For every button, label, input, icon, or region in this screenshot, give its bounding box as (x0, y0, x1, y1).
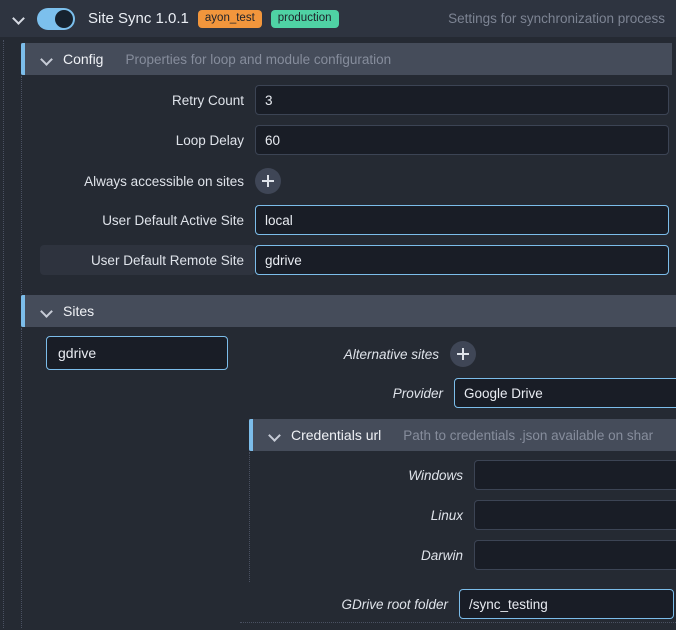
add-alternative-site-button[interactable] (450, 341, 476, 367)
chevron-down-icon[interactable] (12, 12, 25, 25)
field-row-loop-delay: Loop Delay 60 (40, 125, 670, 155)
guide-rail-sites (21, 328, 22, 628)
section-title: Config (63, 51, 104, 67)
field-row-alternative-sites: Alternative sites (120, 339, 480, 369)
section-accent-bar (249, 419, 253, 451)
section-title: Credentials url (291, 427, 382, 443)
field-label: Linux (430, 507, 463, 523)
section-header-credentials[interactable]: Credentials url Path to credentials .jso… (249, 419, 676, 451)
section-hint: Path to credentials .json available on s… (403, 427, 654, 443)
field-row-always-accessible: Always accessible on sites (40, 166, 670, 196)
field-row-provider: Provider Google Drive (40, 378, 676, 408)
section-header-config[interactable]: Config Properties for loop and module co… (21, 43, 672, 75)
field-label: User Default Active Site (102, 212, 244, 228)
field-label: GDrive root folder (341, 596, 448, 612)
section-header-sites[interactable]: Sites (21, 295, 676, 327)
field-row-retry-count: Retry Count 3 (40, 85, 670, 115)
default-active-site-input[interactable]: local (255, 205, 669, 235)
credentials-windows-input[interactable] (474, 460, 676, 490)
provider-input[interactable]: Google Drive (454, 378, 676, 408)
addon-enable-toggle[interactable] (37, 7, 75, 30)
section-accent-bar (21, 43, 25, 75)
toggle-knob (55, 9, 73, 28)
field-label: Windows (408, 467, 463, 483)
field-label: Retry Count (171, 92, 244, 108)
add-site-button[interactable] (255, 168, 281, 194)
field-label: Alternative sites (343, 346, 439, 362)
titlebar-hint: Settings for synchronization process (448, 11, 665, 26)
chevron-down-icon[interactable] (268, 429, 281, 442)
status-badge-bundle: production (270, 9, 339, 28)
field-label: Darwin (420, 547, 463, 563)
default-remote-site-input[interactable]: gdrive (255, 245, 669, 275)
status-badge-project: ayon_test (197, 9, 262, 28)
guide-rail-bottom (240, 622, 676, 623)
field-row-windows: Windows (268, 460, 676, 490)
guide-rail-outer (3, 40, 4, 628)
page-title: Site Sync 1.0.1 (88, 10, 189, 27)
field-row-default-remote-site: User Default Remote Site gdrive (40, 245, 670, 275)
section-accent-bar (21, 295, 25, 327)
gdrive-root-folder-input[interactable]: /sync_testing (459, 589, 674, 619)
chevron-down-icon[interactable] (40, 305, 53, 318)
chevron-down-icon[interactable] (40, 53, 53, 66)
guide-rail-config (21, 76, 22, 294)
credentials-linux-input[interactable] (474, 500, 676, 530)
section-hint: Properties for loop and module configura… (125, 51, 392, 67)
settings-page: Site Sync 1.0.1 ayon_test production Set… (0, 0, 676, 630)
field-row-gdrive-root: GDrive root folder /sync_testing (268, 589, 676, 619)
guide-rail-credentials (249, 452, 250, 582)
field-row-default-active-site: User Default Active Site local (40, 205, 670, 235)
field-label: Loop Delay (175, 132, 244, 148)
section-title: Sites (63, 303, 95, 319)
field-label: Always accessible on sites (84, 173, 244, 189)
field-row-linux: Linux (268, 500, 676, 530)
field-row-darwin: Darwin (268, 540, 676, 570)
loop-delay-input[interactable]: 60 (255, 125, 669, 155)
retry-count-input[interactable]: 3 (255, 85, 669, 115)
addon-titlebar: Site Sync 1.0.1 ayon_test production Set… (0, 0, 676, 37)
credentials-darwin-input[interactable] (474, 540, 676, 570)
field-label: User Default Remote Site (90, 252, 244, 268)
field-label: Provider (392, 385, 443, 401)
